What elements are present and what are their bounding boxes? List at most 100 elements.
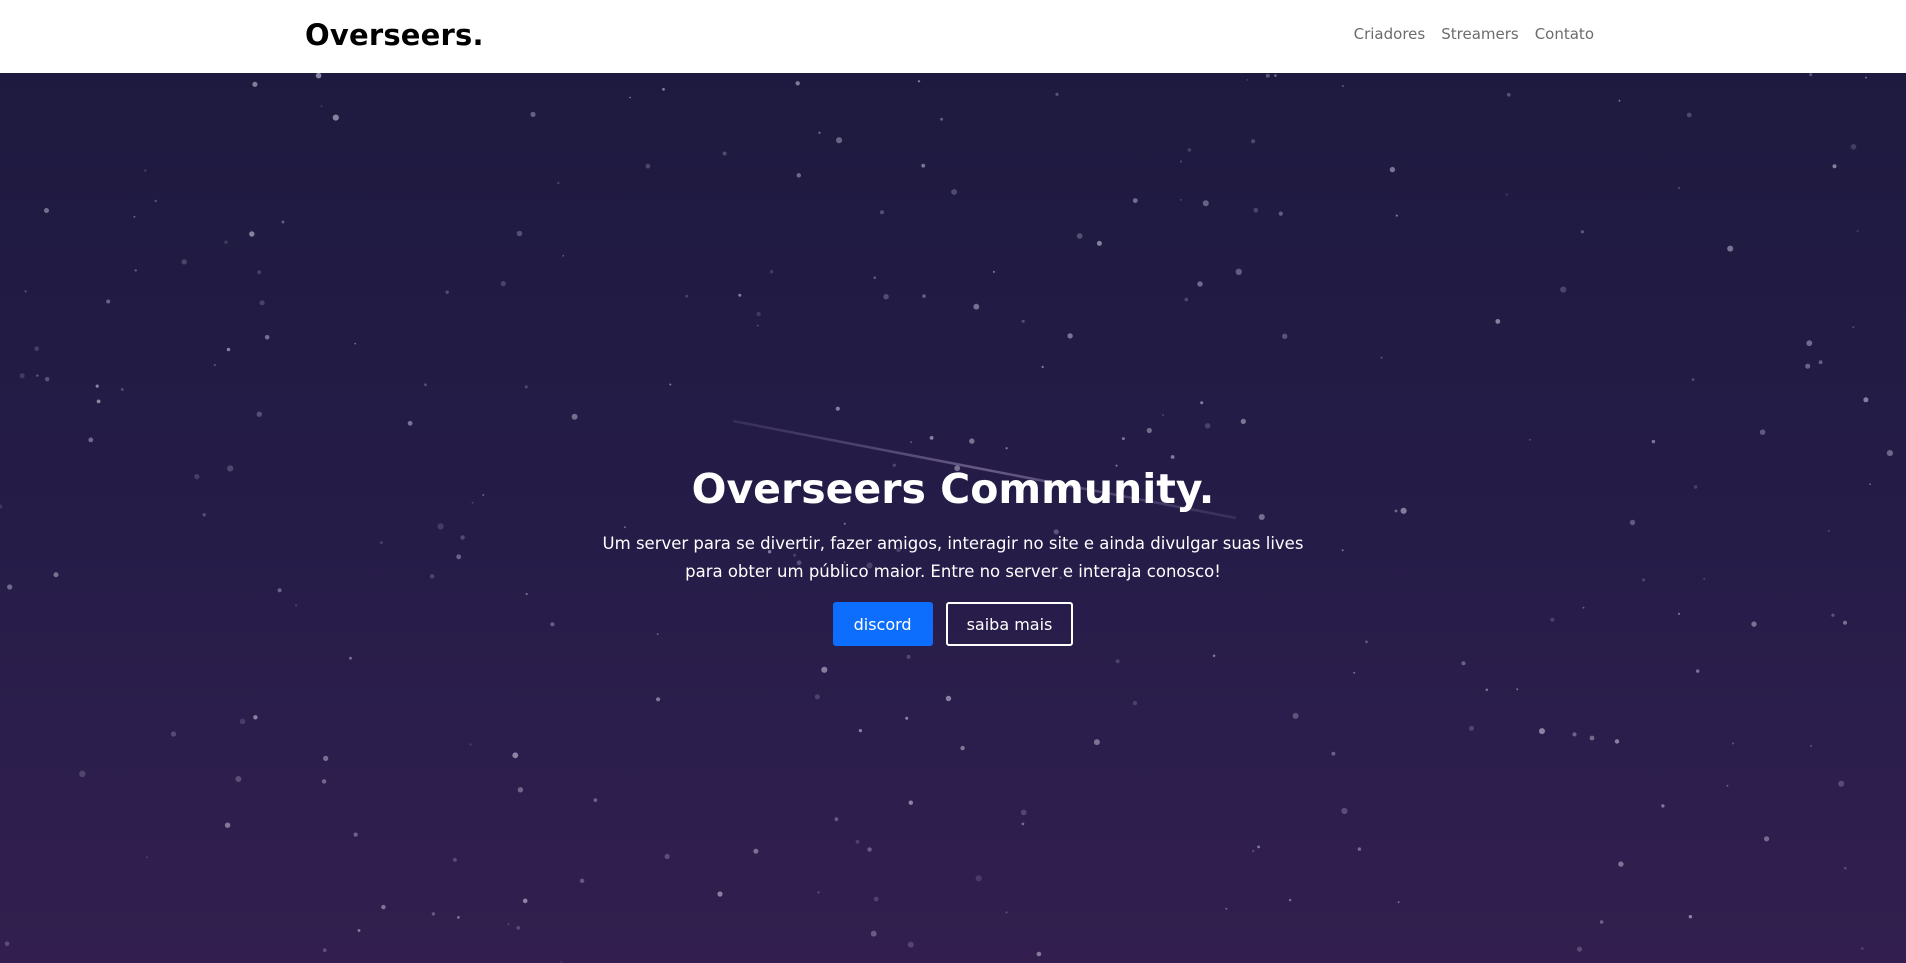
star xyxy=(1844,866,1847,870)
star xyxy=(873,896,879,902)
star xyxy=(1036,951,1042,957)
star xyxy=(1132,198,1138,203)
brand-logo[interactable]: Overseers. xyxy=(305,18,484,52)
star xyxy=(910,441,912,443)
star xyxy=(154,199,157,203)
star xyxy=(738,293,742,297)
star xyxy=(146,856,149,859)
saiba-mais-button[interactable]: saiba mais xyxy=(945,602,1074,647)
star xyxy=(796,173,801,178)
star xyxy=(381,904,386,910)
star xyxy=(1204,423,1211,429)
star xyxy=(579,878,585,883)
star xyxy=(1395,214,1398,217)
star xyxy=(1278,211,1283,216)
star xyxy=(873,276,877,279)
star xyxy=(1572,732,1577,737)
star xyxy=(1852,326,1855,329)
star xyxy=(717,891,723,897)
star xyxy=(1806,340,1813,347)
star xyxy=(264,335,270,340)
star xyxy=(1576,946,1583,952)
star xyxy=(353,832,358,837)
star xyxy=(1005,911,1008,914)
star xyxy=(1187,148,1192,152)
star xyxy=(252,81,258,87)
navbar: Overseers. Criadores Streamers Contato xyxy=(0,0,1906,73)
star xyxy=(1121,437,1125,441)
star xyxy=(908,800,913,805)
star xyxy=(818,131,821,134)
star xyxy=(1469,725,1474,731)
star xyxy=(973,303,980,310)
star xyxy=(907,941,914,948)
star xyxy=(1691,378,1695,381)
nav-link-contato[interactable]: Contato xyxy=(1535,25,1594,43)
star xyxy=(120,388,124,391)
star xyxy=(357,929,361,932)
star xyxy=(917,80,921,83)
star xyxy=(1495,319,1501,324)
star xyxy=(1341,84,1344,88)
star xyxy=(1661,804,1665,808)
star xyxy=(500,281,506,287)
star xyxy=(883,294,889,300)
star xyxy=(940,117,944,121)
star xyxy=(226,347,231,352)
star xyxy=(1282,333,1288,339)
star xyxy=(1212,654,1216,658)
discord-button[interactable]: discord xyxy=(832,602,933,647)
star xyxy=(836,137,843,144)
star xyxy=(4,941,10,947)
star xyxy=(354,342,357,345)
star xyxy=(1292,712,1299,719)
star xyxy=(557,181,560,185)
star xyxy=(1021,319,1025,323)
star xyxy=(1096,240,1102,246)
star xyxy=(224,240,228,244)
star xyxy=(1265,73,1270,78)
star xyxy=(224,822,231,828)
star xyxy=(929,436,934,440)
star xyxy=(253,715,258,720)
star xyxy=(407,420,413,426)
hero-section: Overseers Community. Um server para se d… xyxy=(0,73,1906,963)
nav-link-streamers[interactable]: Streamers xyxy=(1441,25,1518,43)
star xyxy=(975,875,982,882)
star xyxy=(1856,230,1859,233)
nav-link-criadores[interactable]: Criadores xyxy=(1354,25,1426,43)
star xyxy=(1485,688,1489,692)
star xyxy=(1115,659,1120,664)
star xyxy=(992,270,995,273)
star xyxy=(88,437,94,443)
star xyxy=(1618,861,1624,867)
star xyxy=(1818,360,1823,365)
star xyxy=(1180,160,1182,163)
star xyxy=(1353,671,1356,674)
star xyxy=(249,231,255,237)
star xyxy=(1580,230,1584,234)
star xyxy=(1235,268,1243,275)
star xyxy=(593,798,598,802)
star xyxy=(133,215,136,218)
star xyxy=(757,324,759,327)
star xyxy=(1357,847,1362,851)
star xyxy=(960,745,965,751)
star xyxy=(1021,822,1025,826)
star xyxy=(1686,112,1692,118)
star xyxy=(1041,365,1044,369)
star xyxy=(239,718,246,725)
star xyxy=(1067,333,1073,339)
star xyxy=(517,787,524,793)
star xyxy=(1200,401,1204,405)
star xyxy=(445,290,449,294)
star xyxy=(1651,439,1656,444)
star xyxy=(106,299,111,304)
star xyxy=(1225,907,1228,910)
star xyxy=(1184,297,1189,302)
star xyxy=(870,930,877,937)
star xyxy=(1764,836,1770,842)
star xyxy=(867,847,872,852)
star xyxy=(795,81,800,86)
star xyxy=(969,438,975,444)
